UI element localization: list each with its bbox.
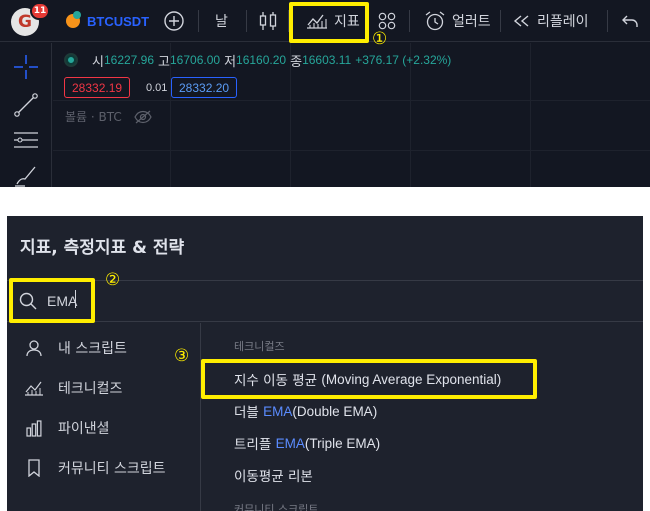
notification-badge: 11 [30,2,50,20]
exchange-icon [73,11,81,19]
close-value: 16603.11 [302,53,352,67]
crosshair-tool[interactable] [12,53,40,81]
interval-button[interactable]: 날 [215,0,228,42]
toolbar-divider [607,10,608,32]
chart-icon [25,381,43,396]
top-toolbar: G 11 BTCUSDT 날 지표 ① 얼러트 리플레이 [0,0,650,48]
plus-circle-icon [164,11,184,31]
alert-label: 얼러트 [452,14,491,30]
ohlc-legend: 시 16227.96 고 16706.00 저 16160.20 종 16603… [66,50,455,70]
replay-button[interactable]: 리플레이 [513,0,589,42]
undo-icon [622,15,638,27]
high-label: 고 [158,54,170,70]
sidebar-item-label: 테크니컬즈 [58,381,123,397]
close-label: 종 [290,54,303,70]
dialog-divider [7,321,643,322]
eye-off-icon[interactable] [134,110,152,124]
open-value: 16227.96 [103,53,155,67]
rewind-icon [513,15,529,27]
drawing-toolbar [0,43,52,187]
brush-icon [15,166,36,187]
highlight-search [9,278,95,323]
replay-label: 리플레이 [537,14,589,30]
spread-value: 0.01 [146,81,168,94]
grid-line [53,100,650,101]
grid-line [530,43,531,187]
volume-legend: 볼륨 · BTC [65,108,152,125]
high-value: 16706.00 [170,53,221,67]
result-label-en: (Double EMA) [292,403,378,419]
result-label: 트리플 [234,437,272,453]
sidebar-item-label: 내 스크립트 [58,341,127,357]
low-value: 16160.20 [236,53,287,67]
avatar-letter: G [18,12,32,32]
compare-symbol-button[interactable] [163,0,185,42]
result-label-en: (Triple EMA) [304,435,381,451]
toolbar-divider [500,10,501,32]
highlight-indicators [289,2,369,43]
result-label: 더블 [234,405,259,421]
crosshair-icon [14,55,38,79]
result-label: 이동평균 리본 [234,469,313,485]
low-label: 저 [224,54,237,70]
trend-line-tool[interactable] [12,91,40,119]
sidebar-item-technicals[interactable]: 테크니컬즈 [24,374,122,402]
chart-panel: G 11 BTCUSDT 날 지표 ① 얼러트 리플레이 시 16227.96 … [0,0,650,187]
sidebar-item-financials[interactable]: 파이낸셜 [24,414,110,442]
section-label: 테크니컬즈 [234,340,285,353]
toolbar-divider [246,10,247,32]
horizontal-lines-tool[interactable] [12,126,40,154]
sidebar-divider [200,323,201,511]
grid-icon [378,12,396,30]
candles-icon [259,12,277,30]
undo-button[interactable] [622,0,638,42]
horizontal-lines-icon [14,132,38,148]
user-icon [26,340,42,357]
sidebar-item-label: 커뮤니티 스크립트 [58,461,166,477]
buy-button[interactable]: 28332.20 [171,77,238,98]
result-match: EMA [275,435,305,451]
toolbar-divider [409,10,410,32]
highlight-result [201,359,537,399]
sidebar-item-my-scripts[interactable]: 내 스크립트 [24,334,127,362]
trend-line-icon [14,93,38,117]
dialog-title: 지표, 측정지표 & 전략 [20,238,185,258]
alert-button[interactable]: 얼러트 [424,0,491,42]
sidebar-item-label: 파이낸셜 [58,421,110,437]
result-item-double-ema[interactable]: 더블 EMA (Double EMA) [234,399,377,423]
result-item-ma-ribbon[interactable]: 이동평균 리본 [234,463,313,487]
bookmark-icon [28,459,40,477]
alarm-clock-icon [425,11,445,31]
dialog-divider [7,280,643,281]
result-item-triple-ema[interactable]: 트리플 EMA (Triple EMA) [234,431,380,455]
step-3-marker: ③ [174,346,190,366]
volume-label: 볼륨 · BTC [65,110,122,124]
section-label: 커뮤니티 스크립트 [234,503,319,511]
brush-tool[interactable] [12,161,40,187]
sell-button[interactable]: 28332.19 [64,77,131,98]
open-label: 시 [92,54,104,70]
grid-line [53,150,650,151]
step-2-marker: ② [105,270,121,290]
layout-button[interactable] [378,0,396,42]
indicators-dialog: 지표, 측정지표 & 전략 EMA ② 내 스크립트 테크니컬즈 파이낸셜 커뮤… [7,216,643,511]
chart-type-button[interactable] [258,0,278,42]
toolbar-divider [198,10,199,32]
result-match: EMA [263,403,293,419]
sidebar-item-community-scripts[interactable]: 커뮤니티 스크립트 [24,454,166,482]
change-value: +376.17 (+2.32%) [355,53,452,67]
symbol-search-button[interactable]: BTCUSDT [87,0,149,42]
bar-chart-icon [26,420,42,437]
market-status-dot[interactable] [66,55,76,65]
